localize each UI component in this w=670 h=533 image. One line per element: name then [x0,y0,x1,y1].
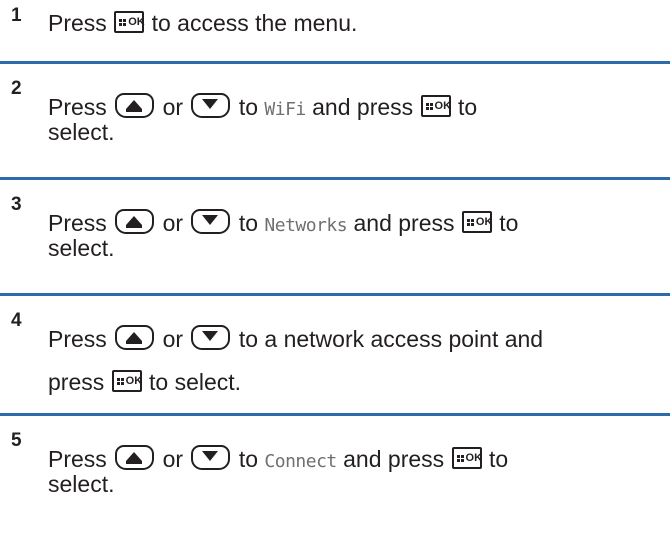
step-text-part: or [162,210,184,236]
menu-ok-key-icon: OK [114,11,145,33]
up-arrow-key-icon [115,209,155,234]
step-text-part: or [162,326,184,352]
up-arrow-key-icon [115,93,155,118]
step-text-part: to a network access point and [238,326,544,352]
step-divider [0,177,670,180]
menu-ok-key-icon: OK [420,95,451,117]
step-text-part: and press [353,210,455,236]
step-number: 4 [11,310,22,331]
down-arrow-key-icon [191,93,231,118]
step-text-part: Press [48,10,107,36]
menu-item-name: WiFi [264,99,306,120]
step-text: Press or to Networks and press OK to [48,209,518,239]
step-text-part: to [238,446,258,472]
step-text: Press OK to access the menu. [48,10,357,36]
down-arrow-key-icon [191,209,231,234]
step-text-part: select. [48,471,115,497]
step-text-part: and press [312,94,414,120]
step-text-part: Press [48,94,107,120]
menu-ok-key-icon: OK [111,370,142,392]
step-text-continued: select. [48,119,114,145]
step-text-part: to access the menu. [151,10,358,36]
step-text-part: to [499,210,519,236]
step-text-continued: select. [48,235,114,261]
step-text-part: press [48,369,105,395]
step-text-part: select. [48,235,115,261]
step-text-part: select. [48,119,115,145]
step-text-continued: select. [48,471,114,497]
menu-ok-key-icon: OK [461,211,492,233]
menu-ok-key-icon: OK [451,447,482,469]
step-text-part: to [238,94,258,120]
step-text-part: Press [48,446,107,472]
step-divider [0,61,670,64]
step-number: 2 [11,78,22,99]
step-text-part: or [162,446,184,472]
menu-item-name: Connect [264,451,337,472]
step-text: Press or to Connect and press OK to [48,445,508,475]
step-text-part: Press [48,326,107,352]
step-text-part: to select. [149,369,242,395]
menu-item-name: Networks [264,215,348,236]
up-arrow-key-icon [115,445,155,470]
step-divider [0,293,670,296]
step-text-part: or [162,94,184,120]
step-number: 5 [11,430,22,451]
step-number: 1 [11,5,22,26]
step-text-part: Press [48,210,107,236]
step-text-part: and press [343,446,445,472]
down-arrow-key-icon [191,445,231,470]
down-arrow-key-icon [191,325,231,350]
step-text: Press or to a network access point and [48,325,543,352]
step-text-part: to [238,210,258,236]
step-number: 3 [11,194,22,215]
step-text-part: to [488,446,509,472]
step-divider [0,413,670,416]
up-arrow-key-icon [115,325,155,350]
step-text-part: to [457,94,478,120]
step-text-continued: press OK to select. [48,369,241,395]
